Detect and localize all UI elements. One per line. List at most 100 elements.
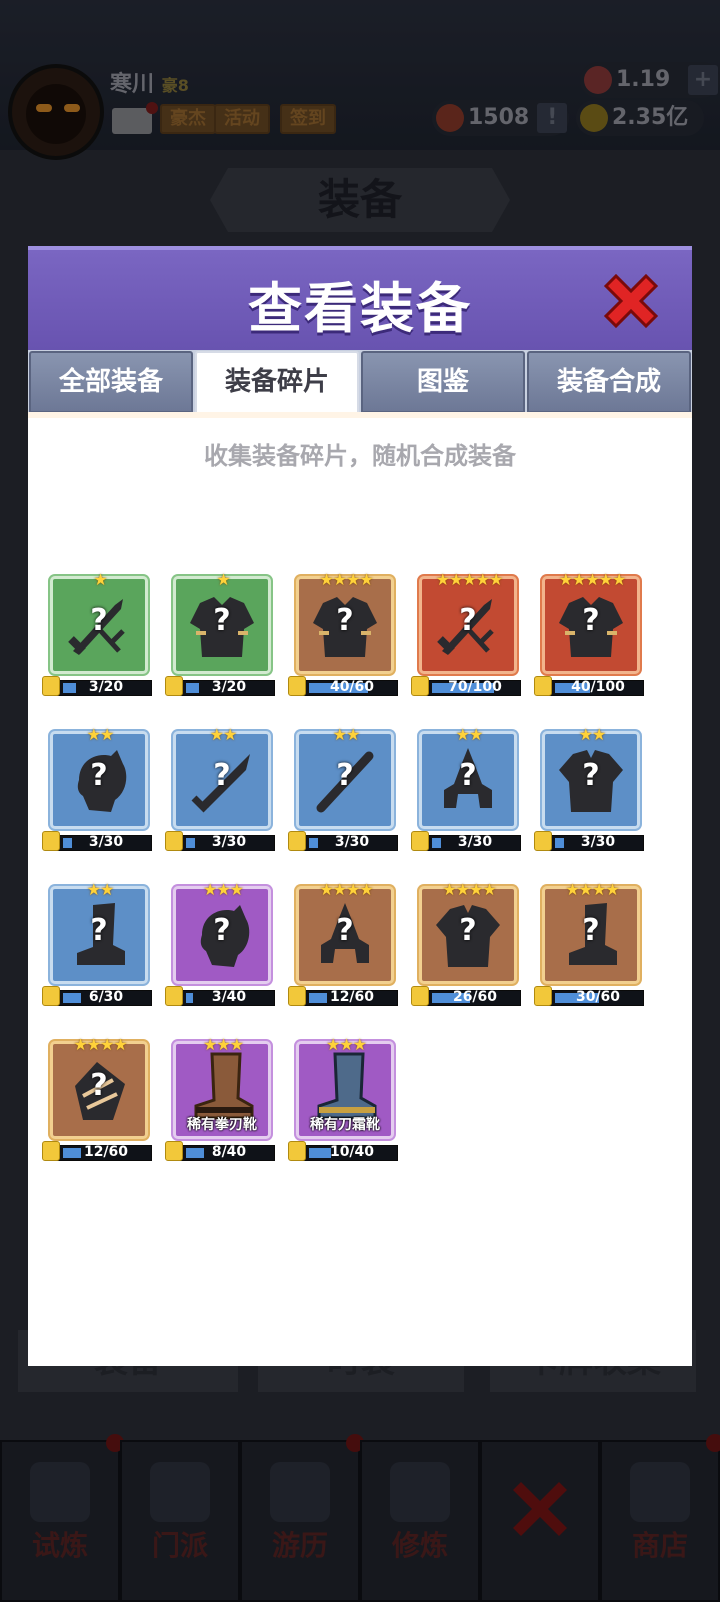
star-rating: ★ [216,570,230,589]
fragment-card[interactable]: ? [50,576,148,674]
progress-bar: 6/30 [46,989,152,1006]
star-rating: ★★★ [202,880,244,899]
puzzle-piece-icon [165,831,183,851]
progress-text: 30/60 [575,989,621,1005]
star-rating: ★★★★ [565,880,619,899]
puzzle-piece-icon [411,831,429,851]
progress-text: 12/60 [329,989,375,1005]
fragment-item[interactable]: ? ★★★★ 12/60 [288,880,398,1008]
fragment-card[interactable]: ? [173,731,271,829]
unknown-icon: ? [582,913,600,948]
progress-bar: 30/60 [538,989,644,1006]
star-rating: ★★ [86,725,115,744]
tab-all-equipment[interactable]: 全部装备 [29,351,193,413]
progress-bar: 40/100 [538,679,644,696]
unknown-icon: ? [336,913,354,948]
item-name: 稀有拳刃靴 [187,1117,257,1133]
fragment-item[interactable]: ? ★★ 3/30 [411,725,521,853]
star-rating: ★ [93,570,107,589]
star-rating: ★★★★ [442,880,496,899]
fragment-item[interactable]: ? ★ 3/20 [165,570,275,698]
fragment-card[interactable]: 稀有刀霜靴 [296,1041,394,1139]
progress-text: 40/100 [571,679,625,695]
progress-bar: 12/60 [46,1144,152,1161]
progress-bar: 3/30 [169,834,275,851]
progress-text: 26/60 [452,989,498,1005]
fragment-item[interactable]: ? ★★ 3/30 [42,725,152,853]
star-rating: ★★ [455,725,484,744]
tab-equipment-synthesis[interactable]: 装备合成 [527,351,691,413]
unknown-icon: ? [582,758,600,793]
puzzle-piece-icon [411,986,429,1006]
progress-bar: 12/60 [292,989,398,1006]
puzzle-piece-icon [288,986,306,1006]
fragments-hint: 收集装备碎片，随机合成装备 [204,442,516,470]
close-button[interactable] [602,272,660,330]
tab-codex[interactable]: 图鉴 [361,351,525,413]
fragment-card[interactable]: ? [50,1041,148,1139]
progress-text: 70/100 [448,679,502,695]
fragment-card[interactable]: 稀有拳刃靴 [173,1041,271,1139]
view-equipment-modal: 查看装备 全部装备 装备碎片 图鉴 装备合成 收集装备碎片，随机合成装备 ? ★ 3… [28,246,692,1366]
progress-text: 3/30 [211,834,247,850]
fragment-card[interactable]: ? [419,576,517,674]
fragment-item[interactable]: ? ★★★★★ 70/100 [411,570,521,698]
fragment-card[interactable]: ? [419,731,517,829]
fragment-card[interactable]: ? [50,886,148,984]
item-name: 稀有刀霜靴 [310,1117,380,1133]
fragment-card[interactable]: ? [542,576,640,674]
fragment-item[interactable]: ? ★★★ 3/40 [165,880,275,1008]
progress-text: 3/30 [457,834,493,850]
unknown-icon: ? [336,603,354,638]
fragment-card[interactable]: ? [296,886,394,984]
progress-text: 40/60 [329,679,375,695]
modal-header: 查看装备 [28,246,692,350]
fragment-item[interactable]: ? ★★ 3/30 [165,725,275,853]
progress-text: 10/40 [329,1144,375,1160]
star-rating: ★★★★★ [435,570,504,589]
progress-text: 8/40 [211,1144,247,1160]
star-rating: ★★ [86,880,115,899]
progress-bar: 8/40 [169,1144,275,1161]
fragment-item[interactable]: ? ★★★★ 40/60 [288,570,398,698]
puzzle-piece-icon [165,676,183,696]
puzzle-piece-icon [42,1141,60,1161]
progress-text: 3/30 [334,834,370,850]
star-rating: ★★★★★ [558,570,627,589]
fragment-item[interactable]: ? ★★★★★ 40/100 [534,570,644,698]
unknown-icon: ? [213,603,231,638]
fragment-item[interactable]: 稀有拳刃靴 ★★★ 8/40 [165,1035,275,1163]
progress-bar: 10/40 [292,1144,398,1161]
progress-text: 3/20 [88,679,124,695]
fragment-item[interactable]: ? ★★★★ 30/60 [534,880,644,1008]
progress-bar: 3/30 [46,834,152,851]
fragment-card[interactable]: ? [296,576,394,674]
progress-bar: 3/30 [538,834,644,851]
puzzle-piece-icon [165,1141,183,1161]
modal-title: 查看装备 [248,277,472,340]
puzzle-piece-icon [42,676,60,696]
tab-equipment-fragments[interactable]: 装备碎片 [195,351,359,413]
fragment-card[interactable]: ? [296,731,394,829]
fragment-card[interactable]: ? [173,576,271,674]
fragment-item[interactable]: ? ★★ 6/30 [42,880,152,1008]
fragment-item[interactable]: ? ★★★★ 26/60 [411,880,521,1008]
unknown-icon: ? [336,758,354,793]
fragment-card[interactable]: ? [419,886,517,984]
fragment-item[interactable]: ? ★★★★ 12/60 [42,1035,152,1163]
puzzle-piece-icon [534,831,552,851]
fragment-item[interactable]: 稀有刀霜靴 ★★★ 10/40 [288,1035,398,1163]
puzzle-piece-icon [165,986,183,1006]
fragment-card[interactable]: ? [542,886,640,984]
progress-text: 3/20 [211,679,247,695]
puzzle-piece-icon [42,831,60,851]
fragment-item[interactable]: ? ★ 3/20 [42,570,152,698]
fragment-item[interactable]: ? ★★ 3/30 [534,725,644,853]
fragment-card[interactable]: ? [173,886,271,984]
unknown-icon: ? [90,1068,108,1103]
fragment-card[interactable]: ? [542,731,640,829]
fragment-card[interactable]: ? [50,731,148,829]
star-rating: ★★★★ [73,1035,127,1054]
unknown-icon: ? [582,603,600,638]
fragment-item[interactable]: ? ★★ 3/30 [288,725,398,853]
